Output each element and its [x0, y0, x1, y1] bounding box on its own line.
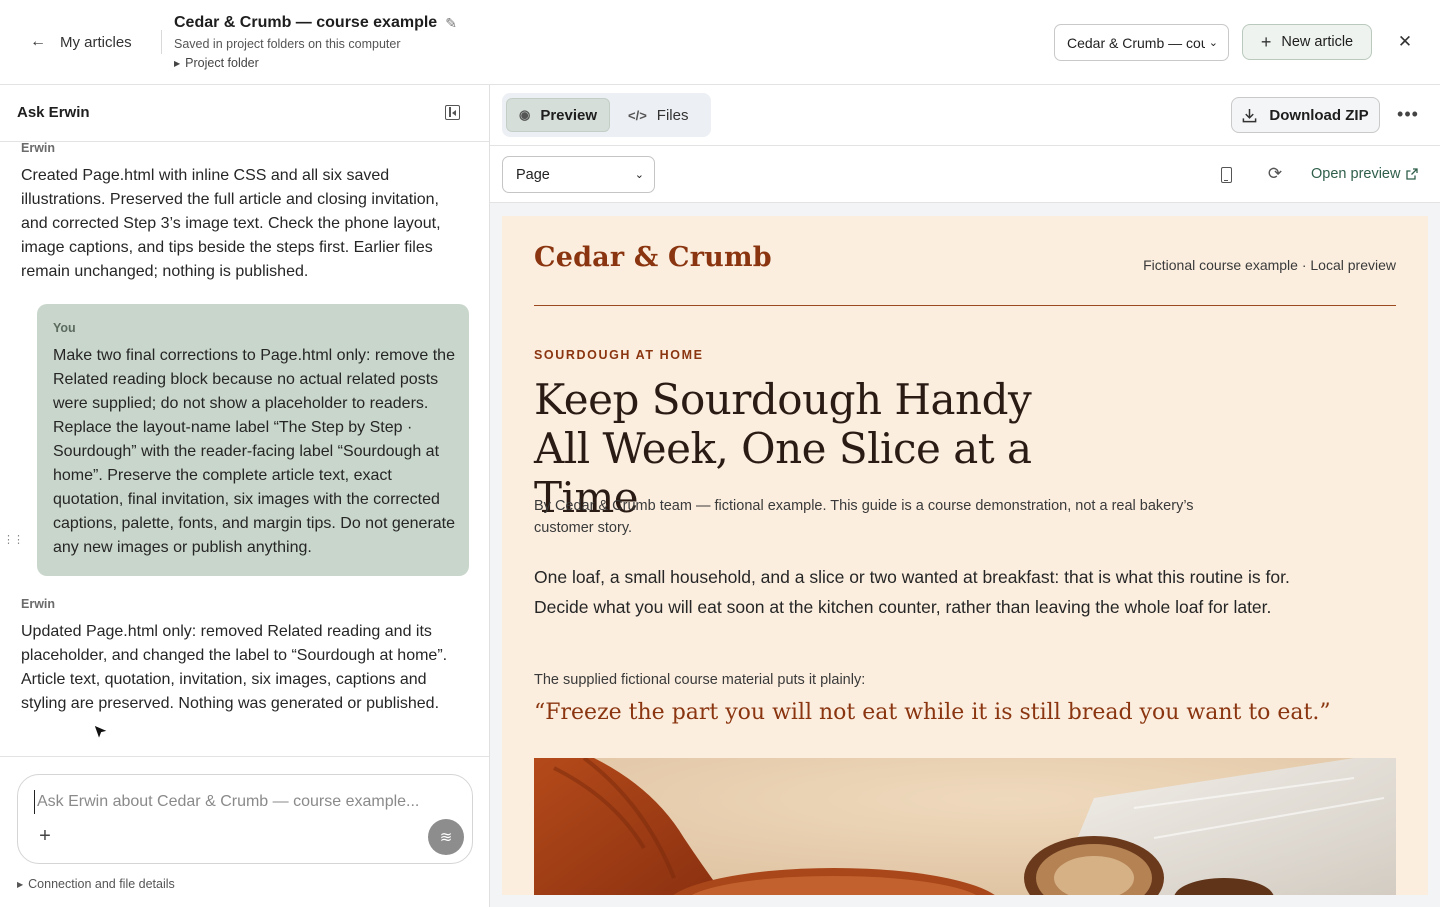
- chat-messages: Erwin Created Page.html with inline CSS …: [0, 142, 489, 756]
- ask-box: + ≋: [17, 774, 473, 864]
- eye-icon: ◉: [519, 107, 531, 122]
- open-preview-link[interactable]: Open preview: [1311, 166, 1419, 182]
- message-author: Erwin: [21, 597, 56, 611]
- back-to-articles-button[interactable]: ← My articles: [28, 28, 132, 56]
- page-toolbar: Page ⌄ ⟳ Open preview: [490, 146, 1440, 203]
- resize-handle-icon[interactable]: ⋮⋮: [3, 533, 24, 546]
- project-subtitle: Saved in project folders on this compute…: [174, 37, 401, 51]
- article-preview: Cedar & Crumb Fictional course example ·…: [502, 216, 1428, 895]
- code-icon: </>: [628, 107, 647, 123]
- chat-panel-title: Ask Erwin: [17, 104, 90, 121]
- assistant-message: Updated Page.html only: removed Related …: [21, 623, 448, 712]
- article-quote: “Freeze the part you will not eat while …: [534, 700, 1331, 725]
- header-rule: [534, 305, 1396, 306]
- send-waves-icon[interactable]: ≋: [428, 819, 464, 855]
- chevron-down-icon: ⌄: [634, 169, 644, 181]
- more-options-icon[interactable]: •••: [1396, 102, 1420, 126]
- brand-logo-text: Cedar & Crumb: [534, 242, 772, 273]
- page-select-value: Page: [516, 166, 550, 183]
- back-label: My articles: [60, 33, 132, 51]
- quote-intro: The supplied fictional course material p…: [534, 672, 866, 688]
- collapse-sidebar-icon[interactable]: [445, 105, 460, 120]
- close-icon[interactable]: ✕: [1394, 30, 1416, 54]
- edit-title-pencil-icon[interactable]: ✎: [445, 15, 457, 32]
- tab-files-label: Files: [656, 106, 689, 124]
- download-zip-button[interactable]: Download ZIP: [1231, 97, 1380, 133]
- phone-view-icon[interactable]: [1221, 167, 1232, 183]
- chat-header: Ask Erwin: [0, 85, 489, 142]
- hero-bread-image: [534, 758, 1396, 895]
- user-message-bubble: You Make two final corrections to Page.h…: [37, 304, 469, 576]
- divider: [161, 30, 162, 54]
- message-author: You: [53, 321, 76, 335]
- attach-plus-icon[interactable]: +: [35, 825, 55, 847]
- download-icon: [1243, 108, 1257, 122]
- plus-icon: +: [1260, 31, 1272, 52]
- new-article-label: New article: [1281, 34, 1354, 50]
- article-kicker: SOURDOUGH AT HOME: [534, 348, 704, 362]
- arrow-left-icon: ←: [30, 33, 46, 50]
- preview-panel: ◉ Preview </> Files Download ZIP ••• Pag…: [490, 85, 1440, 907]
- chat-composer: + ≋ ▶ Connection and file details: [0, 756, 489, 907]
- article-lede: One loaf, a small household, and a slice…: [534, 567, 1290, 617]
- chevron-down-icon: ⌄: [1208, 37, 1218, 49]
- project-folder-label: Project folder: [185, 56, 259, 70]
- open-preview-label: Open preview: [1311, 166, 1401, 182]
- refresh-icon[interactable]: ⟳: [1265, 164, 1285, 184]
- article-byline: By Cedar & Crumb team — fictional exampl…: [534, 498, 1194, 536]
- tab-preview[interactable]: ◉ Preview: [506, 98, 611, 132]
- project-select[interactable]: Cedar & Crumb — course example ⌄: [1054, 24, 1229, 61]
- assistant-message: Created Page.html with inline CSS and al…: [21, 167, 441, 280]
- project-select-value: Cedar & Crumb — course example: [1067, 34, 1205, 51]
- ask-input[interactable]: [34, 790, 424, 814]
- connection-details-toggle[interactable]: ▶ Connection and file details: [17, 877, 175, 891]
- preview-toolbar: ◉ Preview </> Files Download ZIP •••: [490, 85, 1440, 146]
- disclosure-triangle-icon: ▶: [17, 880, 24, 889]
- project-title: Cedar & Crumb — course example ✎: [174, 14, 457, 32]
- page-select[interactable]: Page ⌄: [502, 156, 655, 193]
- tab-preview-label: Preview: [540, 106, 598, 124]
- connection-details-label: Connection and file details: [28, 877, 175, 891]
- message-author: Erwin: [21, 142, 56, 155]
- project-folder-toggle[interactable]: ▶ Project folder: [174, 56, 259, 70]
- chat-panel: Ask Erwin Erwin Created Page.html with i…: [0, 85, 490, 907]
- project-title-text: Cedar & Crumb — course example: [174, 14, 438, 31]
- disclosure-triangle-icon: ▶: [174, 59, 181, 68]
- article-meta: Fictional course example · Local preview: [1143, 257, 1396, 273]
- tab-files[interactable]: </> Files: [616, 98, 700, 132]
- view-toggle: ◉ Preview </> Files: [502, 93, 711, 137]
- external-link-icon: [1406, 168, 1419, 180]
- new-article-button[interactable]: + New article: [1242, 24, 1372, 60]
- top-bar: ← My articles Cedar & Crumb — course exa…: [0, 0, 1440, 85]
- download-zip-label: Download ZIP: [1269, 106, 1369, 124]
- user-message: Make two final corrections to Page.html …: [53, 347, 456, 556]
